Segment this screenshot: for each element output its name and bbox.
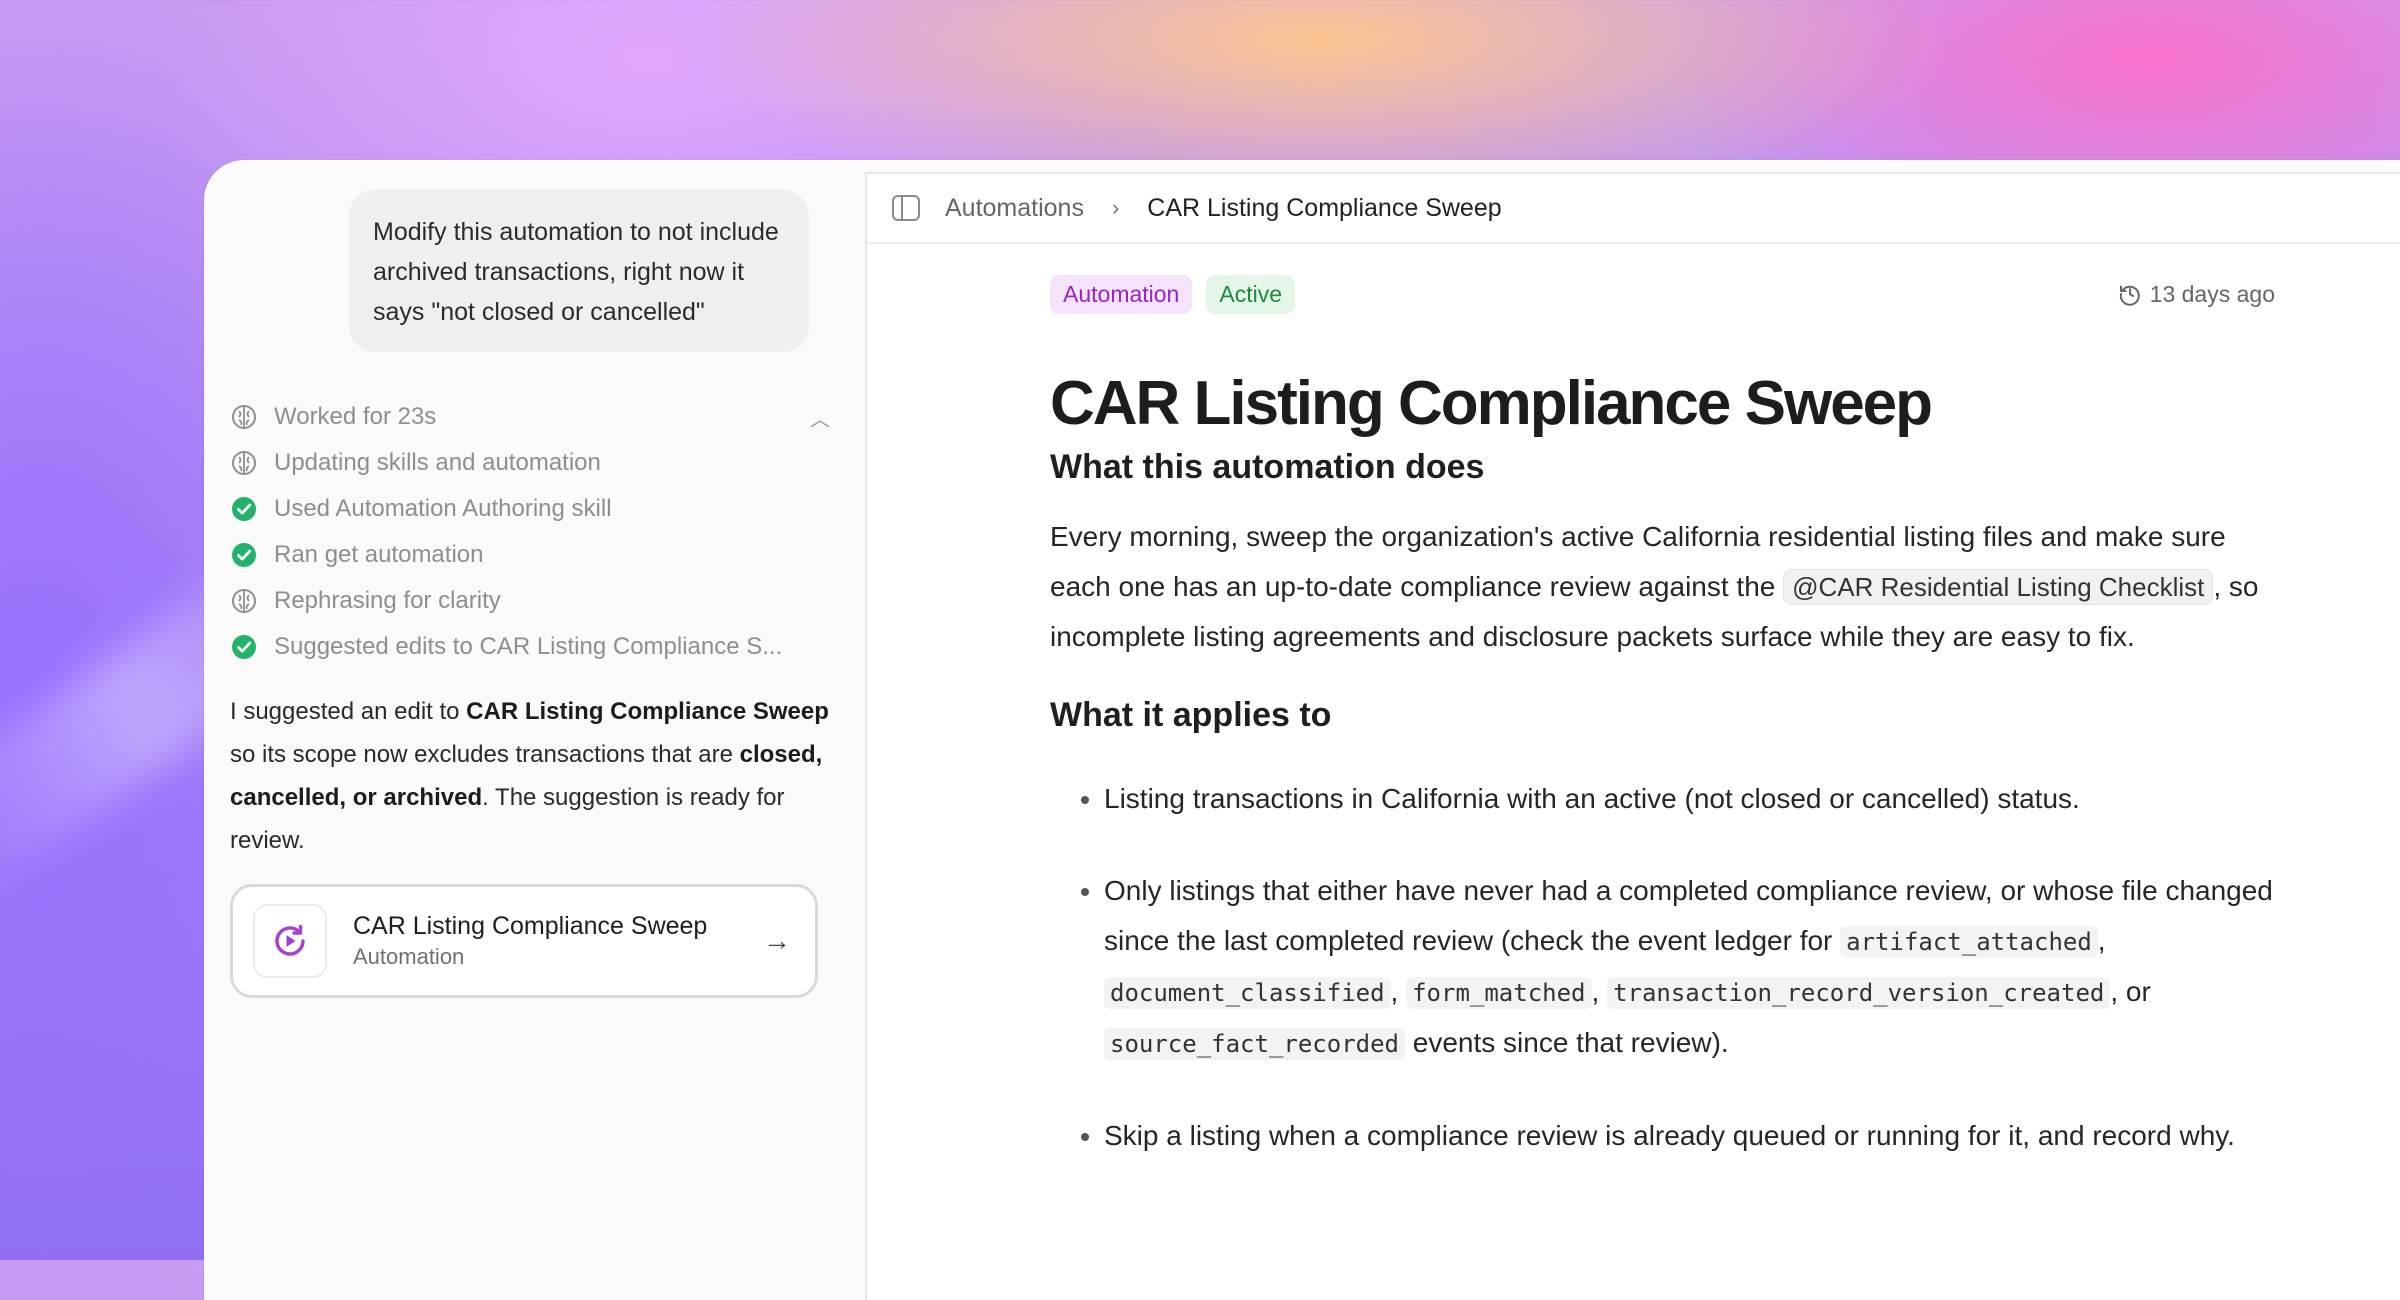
check-circle-icon (230, 541, 258, 569)
list-item: Skip a listing when a compliance review … (1104, 1111, 2275, 1161)
reply-text: I suggested an edit to (230, 698, 467, 725)
sidebar-toggle-icon[interactable] (891, 194, 921, 222)
last-updated: 13 days ago (2118, 281, 2275, 308)
code-event-name: form_matched (1406, 977, 1592, 1009)
checklist-mention[interactable]: @CAR Residential Listing Checklist (1783, 569, 2214, 605)
code-event-name: transaction_record_version_created (1607, 977, 2111, 1009)
list-item-text: events since that review). (1404, 1027, 1729, 1058)
step-label: Ran get automation (274, 541, 484, 568)
list-item-text: Listing transactions in California with … (1104, 783, 2080, 814)
reply-bold-automation-name: CAR Listing Compliance Sweep (466, 698, 829, 725)
list-item: Only listings that either have never had… (1104, 866, 2275, 1069)
step-ran-get: Ran get automation (230, 532, 830, 578)
type-badge: Automation (1050, 274, 1193, 314)
tag-row: Automation Active 13 days ago (1050, 274, 2275, 314)
document-panel: Automations › CAR Listing Compliance Swe… (865, 172, 2400, 1300)
app-window: Modify this automation to not include ar… (204, 160, 2400, 1300)
assistant-reply: I suggested an edit to CAR Listing Compl… (230, 690, 830, 862)
reply-text: so its scope now excludes transactions t… (230, 741, 740, 768)
step-used-skill: Used Automation Authoring skill (230, 486, 830, 532)
step-label: Suggested edits to CAR Listing Complianc… (274, 633, 783, 660)
step-suggested-edits: Suggested edits to CAR Listing Complianc… (230, 624, 830, 670)
user-message-text: Modify this automation to not include ar… (373, 218, 779, 326)
step-updating: Updating skills and automation (230, 440, 830, 486)
page-title: CAR Listing Compliance Sweep (1050, 369, 1933, 438)
chevron-right-icon: › (1111, 195, 1120, 220)
section-heading-does: What this automation does (1050, 448, 1485, 486)
check-circle-icon (230, 633, 258, 661)
step-label: Used Automation Authoring skill (274, 495, 612, 522)
arrow-right-icon[interactable]: → (763, 925, 791, 957)
automation-card-title: CAR Listing Compliance Sweep (353, 912, 708, 940)
applies-to-list: Listing transactions in California with … (1050, 774, 2275, 1161)
code-event-name: source_fact_recorded (1104, 1028, 1405, 1060)
step-worked-for[interactable]: Worked for 23s ︿ (230, 394, 830, 440)
breadcrumb: Automations › CAR Listing Compliance Swe… (867, 174, 2400, 244)
user-message-bubble: Modify this automation to not include ar… (349, 190, 809, 352)
check-circle-icon (230, 495, 258, 523)
automation-card[interactable]: CAR Listing Compliance Sweep Automation … (230, 884, 818, 998)
chevron-up-icon[interactable]: ︿ (810, 403, 830, 432)
brain-icon (230, 403, 258, 431)
breadcrumb-current: CAR Listing Compliance Sweep (1147, 193, 1502, 222)
list-item: Listing transactions in California with … (1104, 774, 2275, 824)
last-updated-text: 13 days ago (2149, 280, 2275, 307)
list-item-text: , or (2110, 976, 2151, 1007)
agent-steps-list: Worked for 23s ︿ Updating skills and aut… (230, 394, 830, 670)
history-clock-icon (2119, 285, 2140, 306)
chat-panel: Modify this automation to not include ar… (204, 160, 864, 1300)
breadcrumb-automations-link[interactable]: Automations (945, 194, 1084, 223)
step-label: Updating skills and automation (274, 449, 601, 476)
list-item-text: , (1591, 976, 1608, 1007)
automation-refresh-icon (253, 904, 327, 978)
document-content: Automation Active 13 days ago CAR Listin… (1050, 274, 2275, 1203)
step-label: Worked for 23s (274, 403, 437, 430)
step-rephrasing: Rephrasing for clarity (230, 578, 830, 624)
list-item-text: , (2097, 925, 2106, 956)
code-event-name: artifact_attached (1840, 926, 2098, 958)
list-item-text: , (1390, 976, 1407, 1007)
automation-card-subtitle: Automation (353, 944, 465, 969)
code-event-name: document_classified (1104, 977, 1391, 1009)
brain-icon (230, 587, 258, 615)
section-heading-applies: What it applies to (1050, 696, 1332, 734)
list-item-text: Skip a listing when a compliance review … (1104, 1120, 2235, 1151)
step-label: Rephrasing for clarity (274, 587, 501, 614)
status-badge: Active (1206, 274, 1295, 314)
brain-icon (230, 449, 258, 477)
section-paragraph: Every morning, sweep the organization's … (1050, 512, 2275, 662)
